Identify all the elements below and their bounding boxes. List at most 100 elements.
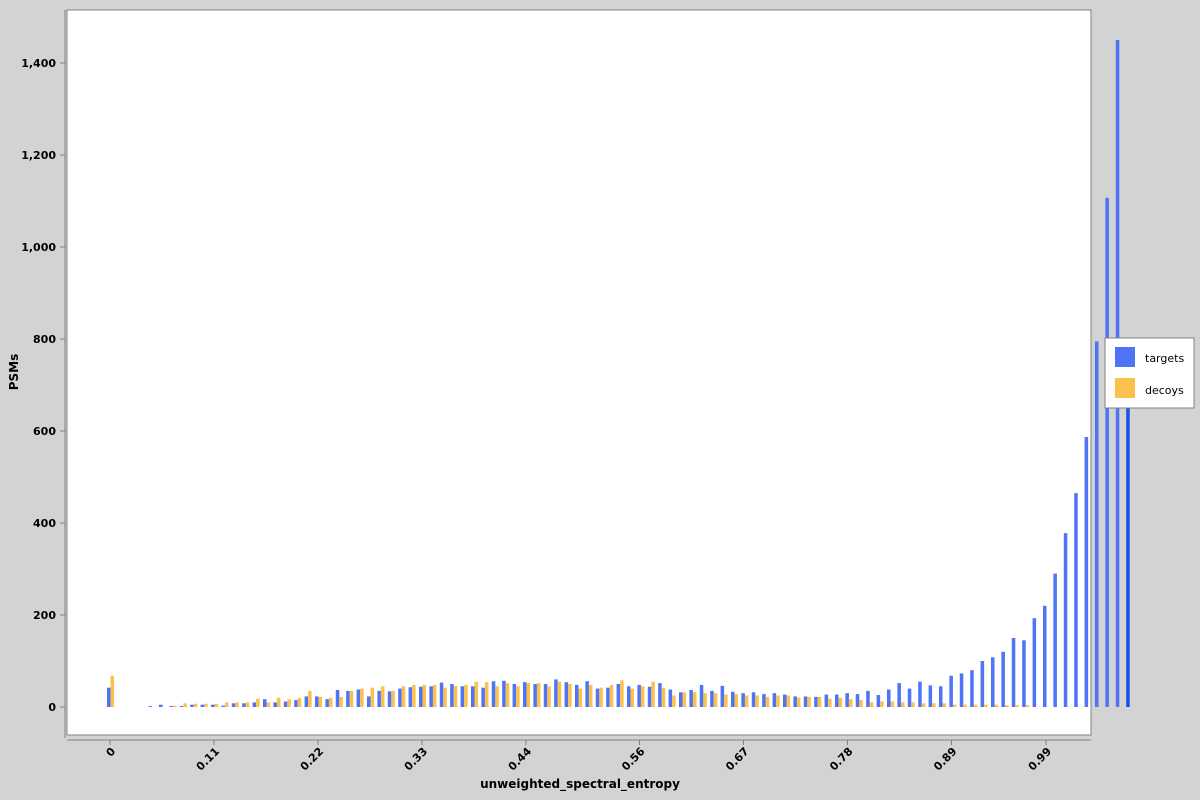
y-tick-label: 600 bbox=[33, 425, 56, 438]
bar-decoys bbox=[380, 686, 385, 707]
bar-decoys bbox=[859, 700, 863, 707]
bar-decoys bbox=[401, 686, 406, 707]
bar-targets bbox=[408, 687, 413, 707]
bar-targets bbox=[221, 705, 225, 707]
bar-decoys bbox=[526, 683, 531, 707]
bar-decoys bbox=[651, 681, 655, 707]
bar-decoys bbox=[568, 684, 572, 707]
bar-decoys bbox=[911, 702, 915, 707]
y-tick-label: 1,000 bbox=[21, 241, 56, 254]
bar-decoys bbox=[360, 688, 364, 707]
legend-swatch-decoys bbox=[1115, 378, 1135, 398]
bar-targets bbox=[262, 699, 267, 707]
bar-targets bbox=[398, 688, 402, 707]
bar-decoys bbox=[661, 687, 666, 707]
bar-targets bbox=[658, 683, 662, 707]
y-tick-label: 800 bbox=[33, 333, 56, 346]
y-tick-label: 0 bbox=[48, 701, 56, 714]
bar-decoys bbox=[869, 702, 874, 707]
bar-targets bbox=[158, 704, 163, 707]
legend-swatch-targets bbox=[1115, 347, 1135, 367]
bar-decoys bbox=[474, 681, 479, 707]
bar-decoys bbox=[204, 703, 208, 707]
bar-decoys bbox=[713, 693, 718, 707]
bar-targets bbox=[512, 684, 517, 707]
bar-targets bbox=[574, 684, 579, 707]
bar-targets bbox=[616, 684, 621, 707]
bar-targets bbox=[1074, 493, 1078, 707]
bar-decoys bbox=[339, 696, 343, 707]
bar-targets bbox=[481, 687, 485, 707]
bar-targets bbox=[106, 687, 111, 707]
bar-targets bbox=[918, 681, 922, 707]
bar-decoys bbox=[536, 683, 541, 707]
bar-decoys bbox=[588, 684, 593, 707]
bar-targets bbox=[148, 706, 153, 707]
bar-targets bbox=[470, 686, 475, 707]
bar-targets bbox=[814, 696, 818, 707]
bar-targets bbox=[668, 689, 673, 707]
bar-decoys bbox=[921, 703, 926, 707]
bar-targets bbox=[741, 693, 745, 707]
bar-decoys bbox=[755, 695, 759, 707]
bar-decoys bbox=[224, 702, 229, 707]
bar-decoys bbox=[807, 696, 811, 707]
bar-targets bbox=[689, 689, 693, 707]
bar-decoys bbox=[370, 687, 375, 707]
bar-decoys bbox=[110, 675, 115, 707]
bar-targets bbox=[897, 683, 901, 707]
bar-targets bbox=[460, 686, 465, 707]
bar-decoys bbox=[266, 702, 271, 707]
bar-decoys bbox=[193, 703, 198, 707]
bar-decoys bbox=[183, 703, 187, 707]
y-tick-label: 1,400 bbox=[21, 57, 56, 70]
bar-decoys bbox=[422, 684, 427, 707]
bar-targets bbox=[595, 688, 600, 707]
bar-targets bbox=[1063, 533, 1068, 707]
bar-targets bbox=[762, 694, 766, 707]
bar-decoys bbox=[1015, 705, 1019, 707]
bar-decoys bbox=[578, 688, 583, 707]
bar-targets bbox=[1042, 605, 1047, 707]
bar-targets bbox=[886, 689, 891, 707]
bar-targets bbox=[824, 694, 829, 707]
bar-targets bbox=[772, 693, 777, 707]
bar-decoys bbox=[984, 704, 988, 707]
bar-targets bbox=[585, 681, 589, 707]
bar-targets bbox=[751, 692, 756, 707]
bar-targets bbox=[252, 702, 257, 707]
bar-targets bbox=[1084, 436, 1089, 707]
bar-targets bbox=[866, 690, 870, 707]
bar-decoys bbox=[724, 694, 728, 707]
y-tick-label: 400 bbox=[33, 517, 56, 530]
bar-targets bbox=[606, 687, 610, 707]
bar-decoys bbox=[432, 684, 437, 707]
bar-targets bbox=[210, 704, 215, 707]
histogram-chart: 02004006008001,0001,2001,400 0 0.11 0.22 0.… bbox=[0, 0, 1200, 800]
legend: targets decoys bbox=[1104, 337, 1195, 409]
bar-targets bbox=[699, 684, 704, 707]
bar-targets bbox=[554, 679, 558, 707]
bar-targets bbox=[1126, 394, 1130, 707]
legend-label-targets: targets bbox=[1145, 352, 1184, 365]
bar-targets bbox=[314, 696, 319, 707]
bar-decoys bbox=[453, 685, 458, 707]
plot-area bbox=[66, 9, 1092, 736]
bar-decoys bbox=[318, 696, 323, 707]
bar-targets bbox=[169, 706, 173, 707]
bar-decoys bbox=[256, 698, 260, 707]
bar-targets bbox=[190, 704, 194, 707]
bar-decoys bbox=[464, 684, 468, 707]
bar-targets bbox=[356, 689, 361, 707]
bar-decoys bbox=[235, 702, 239, 707]
bar-targets bbox=[730, 691, 735, 707]
bar-decoys bbox=[412, 684, 416, 707]
bar-decoys bbox=[640, 686, 645, 707]
bar-targets bbox=[543, 684, 548, 707]
bar-decoys bbox=[443, 687, 447, 707]
bar-decoys bbox=[900, 702, 905, 707]
bar-targets bbox=[242, 703, 246, 707]
bar-targets bbox=[366, 696, 371, 707]
bar-decoys bbox=[1004, 705, 1009, 707]
bar-targets bbox=[1001, 651, 1005, 707]
